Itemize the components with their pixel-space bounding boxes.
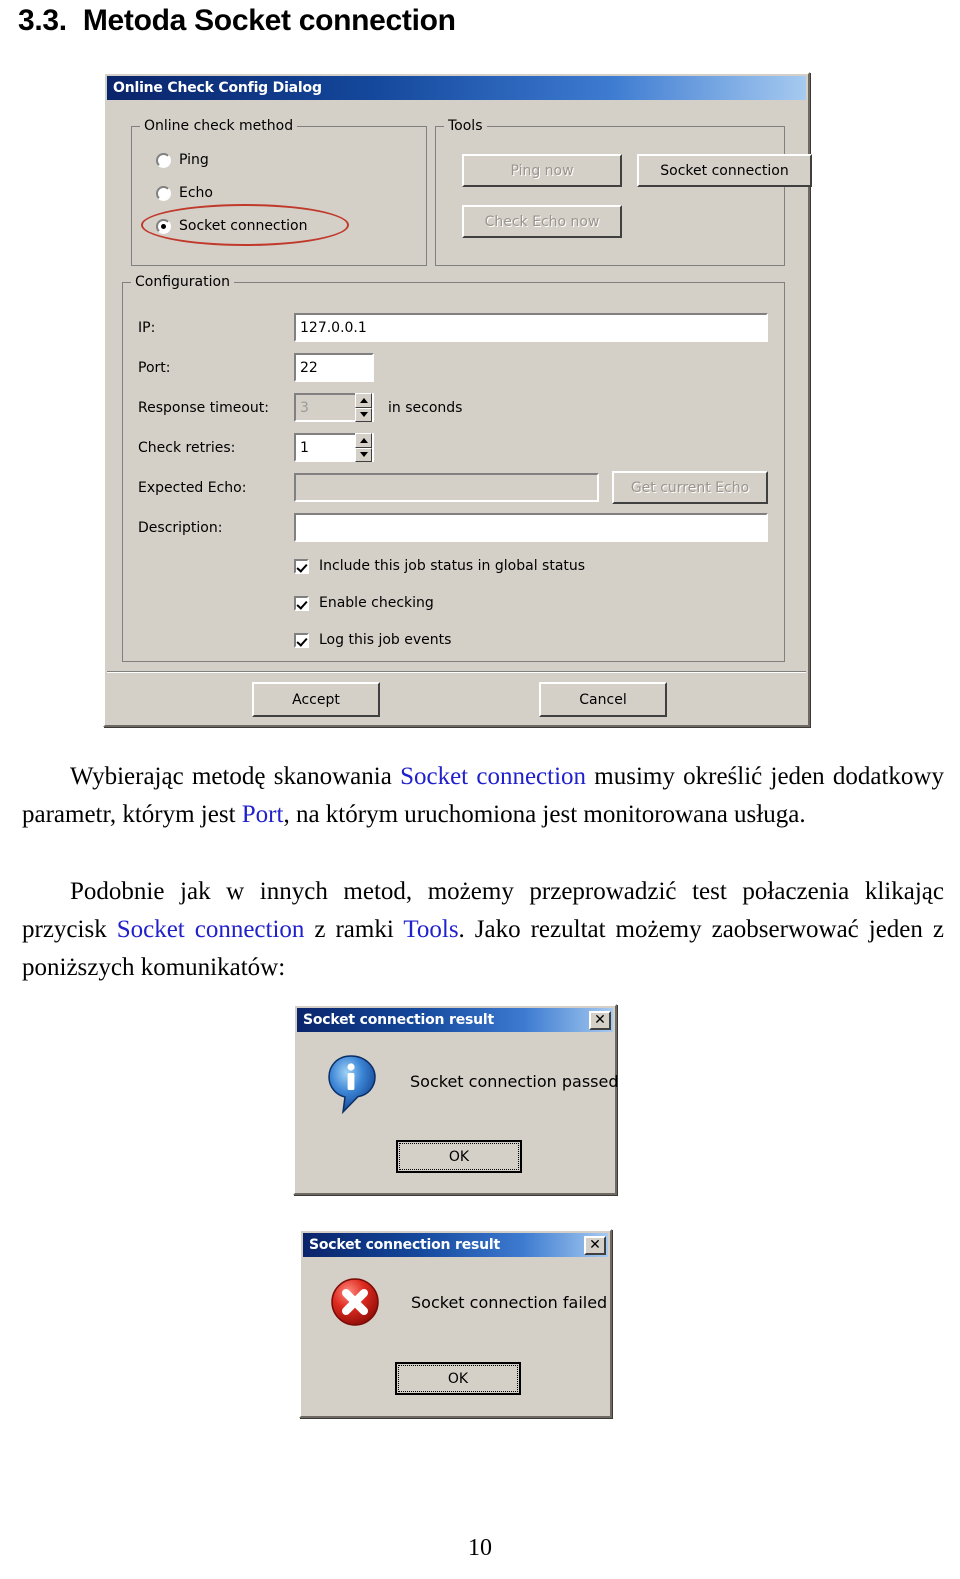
paragraph1-part3: , na którym uruchomiona jest monitorowan… [283,801,806,828]
accept-button[interactable]: Accept [252,682,380,717]
socket-connection-result-success-dialog: Socket connection result ✕ Socket connec… [293,1004,619,1195]
page-number: 10 [468,1535,492,1561]
check-retries-decrement-button[interactable] [355,447,372,462]
check-retries-stepper[interactable]: 1 [294,433,374,462]
dialog-titlebar[interactable]: Online Check Config Dialog [107,76,806,100]
check-retries-label: Check retries: [138,440,236,456]
response-timeout-stepper[interactable]: 3 [294,393,374,422]
response-timeout-value: 3 [300,399,309,416]
online-check-method-legend: Online check method [140,117,298,135]
socket-connection-button[interactable]: Socket connection [637,154,812,187]
radio-option-socket-connection[interactable]: Socket connection [156,218,307,234]
info-icon [327,1054,383,1115]
response-timeout-suffix: in seconds [388,400,463,416]
success-dialog-titlebar[interactable]: Socket connection result ✕ [297,1008,613,1032]
radio-echo-label: Echo [179,185,213,201]
socket-connection-result-failure-dialog: Socket connection result ✕ Socket connec… [299,1229,612,1418]
online-check-method-group: Online check method Ping Echo Socket con… [131,117,427,266]
ping-now-button[interactable]: Ping now [462,154,622,187]
page-title-text: Metoda Socket connection [82,4,456,37]
socket-connection-button-label: Socket connection [660,162,789,179]
arrow-up-icon [359,397,368,403]
radio-echo-indicator[interactable] [156,185,171,201]
radio-socket-connection-label: Socket connection [179,218,308,234]
failure-ok-button[interactable]: OK [395,1362,521,1395]
radio-option-echo[interactable]: Echo [156,185,213,201]
checkbox-include-job-status[interactable]: Include this job status in global status [294,558,585,574]
get-current-echo-label: Get current Echo [630,479,750,496]
port-value: 22 [300,359,318,376]
success-message-text: Socket connection passed [410,1072,619,1091]
get-current-echo-button[interactable]: Get current Echo [612,471,768,504]
paragraph2-keyword-socket-connection: Socket connection [116,916,305,943]
checkbox-include-job-status-indicator[interactable] [294,558,309,574]
close-icon[interactable]: ✕ [584,1235,606,1255]
port-input[interactable]: 22 [294,353,374,382]
response-timeout-increment-button[interactable] [355,393,372,408]
accept-button-label: Accept [292,691,340,708]
radio-ping-indicator[interactable] [156,152,171,168]
tools-group: Tools Ping now Socket connection Check E… [435,117,812,266]
ip-label: IP: [138,320,156,336]
arrow-down-icon [359,412,368,418]
tools-legend: Tools [444,117,487,135]
arrow-down-icon [359,452,368,458]
cancel-button-label: Cancel [579,691,627,708]
page-title-number: 3.3. [18,4,67,37]
paragraph-socket-method-description: Wybierając metodę skanowania Socket conn… [22,758,944,834]
error-icon [329,1276,385,1332]
ping-now-label: Ping now [510,162,574,179]
failure-dialog-titlebar[interactable]: Socket connection result ✕ [303,1233,608,1257]
close-icon[interactable]: ✕ [589,1010,611,1030]
radio-ping-label: Ping [179,152,209,168]
configuration-legend: Configuration [131,273,234,291]
checkbox-log-job-events-indicator[interactable] [294,632,309,648]
failure-ok-label: OK [398,1365,518,1392]
radio-socket-connection-indicator[interactable] [156,218,171,234]
checkbox-include-job-status-label: Include this job status in global status [319,558,586,574]
checkbox-enable-checking[interactable]: Enable checking [294,595,434,611]
paragraph2-keyword-tools: Tools [403,916,459,943]
response-timeout-decrement-button[interactable] [355,407,372,422]
paragraph1-keyword-socket-connection: Socket connection [400,763,587,790]
expected-echo-label: Expected Echo: [138,480,247,496]
configuration-group: Configuration IP: 127.0.0.1 Port: 22 Res… [122,273,785,662]
paragraph-test-connection-description: Podobnie jak w innych metod, możemy prze… [22,873,944,987]
response-timeout-label: Response timeout: [138,400,269,416]
failure-message-text: Socket connection failed [411,1293,608,1312]
check-echo-now-button[interactable]: Check Echo now [462,205,622,238]
success-dialog-title: Socket connection result [303,1012,494,1028]
checkbox-enable-checking-indicator[interactable] [294,595,309,611]
ip-value: 127.0.0.1 [300,319,367,336]
dialog-title: Online Check Config Dialog [113,80,322,96]
port-label: Port: [138,360,171,376]
checkbox-enable-checking-label: Enable checking [319,595,434,611]
response-timeout-input[interactable]: 3 [294,393,355,422]
description-input[interactable] [294,513,768,542]
page-title: 3.3. Metoda Socket connection [18,4,456,38]
expected-echo-input[interactable] [294,473,599,502]
paragraph1-keyword-port: Port [241,801,284,828]
paragraph1-part1: Wybierając metodę skanowania [70,763,401,790]
success-ok-button[interactable]: OK [396,1140,522,1173]
check-echo-now-label: Check Echo now [484,213,600,230]
description-label: Description: [138,520,223,536]
check-retries-increment-button[interactable] [355,433,372,448]
radio-option-ping[interactable]: Ping [156,152,209,168]
arrow-up-icon [359,437,368,443]
ip-input[interactable]: 127.0.0.1 [294,313,768,342]
checkbox-log-job-events[interactable]: Log this job events [294,632,451,648]
cancel-button[interactable]: Cancel [539,682,667,717]
check-retries-input[interactable]: 1 [294,433,355,462]
check-retries-value: 1 [300,439,309,456]
online-check-config-dialog: Online Check Config Dialog Online check … [103,72,812,727]
paragraph2-part2: z ramki [304,916,404,943]
checkbox-log-job-events-label: Log this job events [319,632,452,648]
dialog-footer-separator [107,671,806,673]
failure-dialog-title: Socket connection result [309,1237,500,1253]
success-ok-label: OK [399,1143,519,1170]
